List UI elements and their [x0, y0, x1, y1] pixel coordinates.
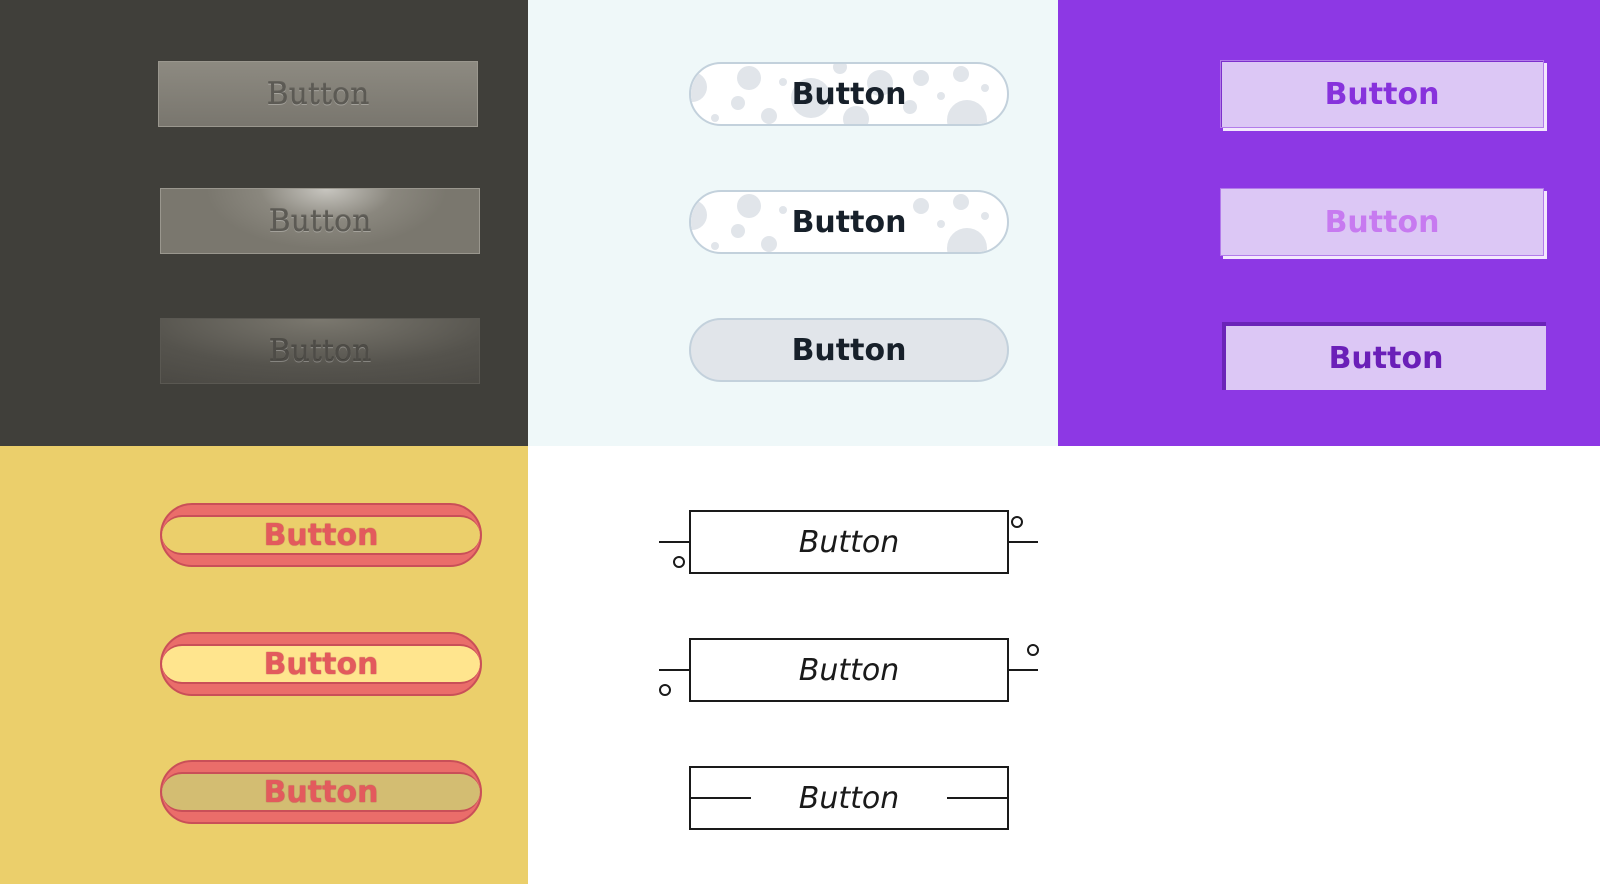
purple-button-active[interactable]: Button — [1222, 322, 1546, 390]
bubble-button-default[interactable]: Button — [689, 62, 1009, 126]
button-label: Button — [263, 646, 379, 682]
button-label: Button — [791, 204, 907, 240]
hotdog-button-active[interactable]: Button — [160, 760, 482, 824]
purple-button-hover[interactable]: Button — [1220, 188, 1544, 256]
hotdog-button-default[interactable]: Button — [160, 503, 482, 567]
button-label: Button — [1324, 76, 1440, 112]
button-label: Button — [798, 652, 900, 688]
button-label: Button — [791, 332, 907, 368]
schematic-panel: Button Button Button — [528, 446, 1058, 884]
switch-contact-right — [1011, 516, 1023, 528]
schematic-button-default[interactable]: Button — [689, 510, 1009, 574]
metal-panel: Button Button Button — [0, 0, 528, 446]
button-label: Button — [268, 333, 372, 369]
bubble-button-hover[interactable]: Button — [689, 190, 1009, 254]
button-label: Button — [266, 76, 370, 112]
button-label: Button — [1324, 204, 1440, 240]
schematic-button-hover[interactable]: Button — [689, 638, 1009, 702]
button-label: Button — [791, 76, 907, 112]
button-label: Button — [798, 780, 900, 816]
bubble-button-active[interactable]: Button — [689, 318, 1009, 382]
button-label: Button — [263, 774, 379, 810]
purple-button-default[interactable]: Button — [1220, 60, 1544, 128]
metal-button-default[interactable]: Button — [158, 61, 478, 127]
schematic-button-active[interactable]: Button — [689, 766, 1009, 830]
button-label: Button — [1328, 340, 1444, 376]
button-label: Button — [798, 524, 900, 560]
switch-contact-left — [659, 684, 671, 696]
button-label: Button — [268, 203, 372, 239]
metal-button-active[interactable]: Button — [160, 318, 480, 384]
hotdog-panel: Button Button Button — [0, 446, 528, 884]
button-label: Button — [263, 517, 379, 553]
switch-contact-right — [1027, 644, 1039, 656]
purple-panel: Button Button Button — [1058, 0, 1600, 446]
switch-contact-left — [673, 556, 685, 568]
empty-panel — [1058, 446, 1600, 884]
metal-button-hover[interactable]: Button — [160, 188, 480, 254]
hotdog-button-hover[interactable]: Button — [160, 632, 482, 696]
bubbles-panel: Button Button Button — [528, 0, 1058, 446]
